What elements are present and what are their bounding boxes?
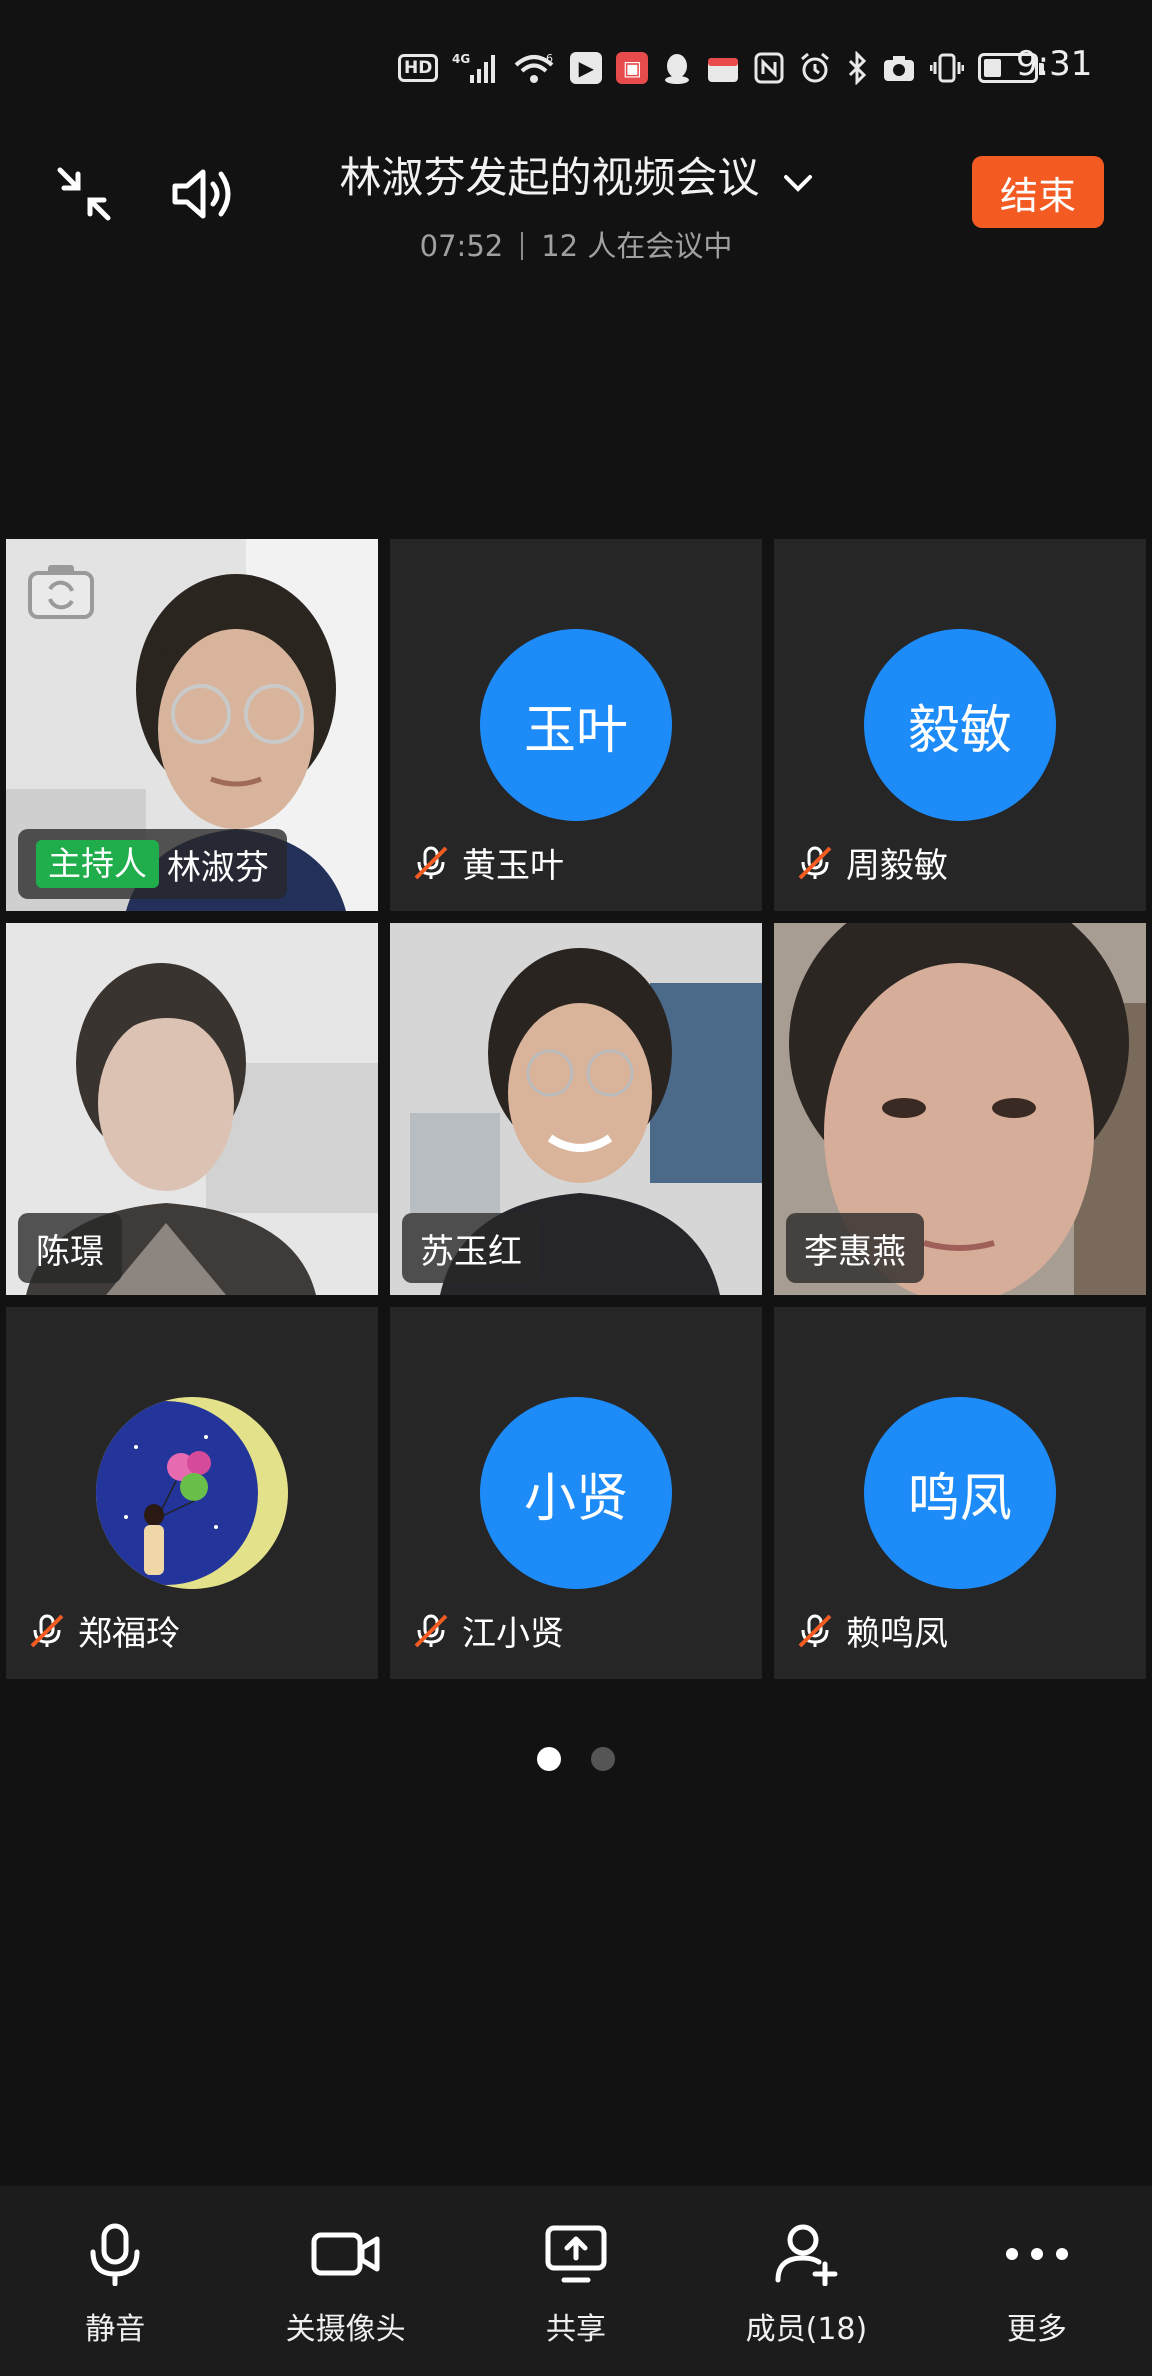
wifi-icon: 6 — [512, 52, 556, 84]
mic-muted-icon — [798, 1614, 832, 1647]
participant-name-tag: 主持人 林淑芬 — [18, 829, 287, 899]
clock: 9:31 — [1016, 44, 1093, 84]
add-member-icon — [775, 2224, 838, 2286]
status-icons: HD 4G 6 ▶ ▣ — [398, 48, 1045, 88]
calendar-notification-icon — [706, 52, 740, 84]
participant-name: 李惠燕 — [804, 1231, 906, 1272]
participant-name: 周毅敏 — [846, 846, 948, 886]
participant-name-tag: 郑福玲 — [28, 1606, 180, 1655]
avatar: 毅敏 — [864, 629, 1056, 821]
mic-muted-icon — [414, 846, 448, 879]
meeting-meta: 07:52 12 人在会议中 — [0, 223, 1152, 265]
cellular-signal-icon: 4G — [452, 52, 498, 84]
participant-name-tag: 赖鸣凤 — [796, 1606, 948, 1655]
participant-name-tag: 苏玉红 — [402, 1213, 540, 1283]
share-screen-icon — [545, 2225, 607, 2283]
more-label: 更多 — [1006, 2312, 1067, 2347]
meeting-duration: 07:52 — [419, 229, 504, 263]
status-bar: HD 4G 6 ▶ ▣ 9:31 — [0, 0, 1152, 130]
mic-muted-icon — [30, 1614, 64, 1647]
qq-icon — [662, 52, 692, 84]
mute-label: 静音 — [85, 2312, 146, 2347]
page-dot[interactable] — [591, 1747, 615, 1771]
mic-muted-icon — [414, 1614, 448, 1647]
end-meeting-button[interactable]: 结束 — [972, 156, 1104, 228]
switch-camera-icon[interactable] — [26, 559, 96, 621]
participant-tile[interactable]: 小贤 江小贤 — [390, 1307, 762, 1679]
meeting-title: 林淑芬发起的视频会议 — [339, 153, 760, 202]
participant-name: 黄玉叶 — [462, 846, 564, 886]
share-label: 共享 — [546, 2312, 607, 2347]
meta-divider — [521, 232, 524, 260]
participant-tile[interactable]: 陈璟 — [6, 923, 378, 1295]
meeting-header: 林淑芬发起的视频会议 07:52 12 人在会议中 结束 — [0, 130, 1152, 263]
vibrate-icon — [930, 52, 965, 84]
participant-name: 江小贤 — [462, 1614, 564, 1654]
more-button[interactable]: 更多 — [922, 2186, 1152, 2376]
participant-name: 苏玉红 — [420, 1231, 522, 1272]
bluetooth-icon — [846, 51, 868, 85]
participant-name: 陈璟 — [36, 1231, 104, 1272]
mute-button[interactable]: 静音 — [0, 2186, 230, 2376]
bottom-toolbar: 静音 关摄像头 共享 成员(18) 更多 — [0, 2186, 1152, 2376]
participant-name-tag: 李惠燕 — [786, 1213, 924, 1283]
page-indicator — [0, 1747, 1152, 1771]
participant-tile[interactable]: 鸣凤 赖鸣凤 — [774, 1307, 1146, 1679]
camera-status-icon — [882, 52, 916, 84]
camera-off-button[interactable]: 关摄像头 — [230, 2186, 460, 2376]
participant-name-tag: 江小贤 — [412, 1606, 564, 1655]
participant-name: 林淑芬 — [167, 847, 269, 888]
participant-tile[interactable]: 苏玉红 — [390, 923, 762, 1295]
wifi-standard-label: 6 — [546, 52, 553, 65]
participant-tile[interactable]: 李惠燕 — [774, 923, 1146, 1295]
page-dot-active[interactable] — [537, 1747, 561, 1771]
avatar: 鸣凤 — [864, 1397, 1056, 1589]
participant-name: 郑福玲 — [78, 1614, 180, 1654]
participant-tile[interactable]: 郑福玲 — [6, 1307, 378, 1679]
avatar: 玉叶 — [480, 629, 672, 821]
chevron-down-icon — [783, 174, 812, 192]
avatar: 小贤 — [480, 1397, 672, 1589]
participant-tile[interactable]: 主持人 林淑芬 — [6, 539, 378, 911]
members-button[interactable]: 成员(18) — [691, 2186, 921, 2376]
participant-name: 赖鸣凤 — [846, 1614, 948, 1654]
participant-count: 12 人在会议中 — [541, 229, 733, 263]
nfc-icon — [754, 52, 784, 84]
network-type-label: 4G — [452, 52, 470, 66]
microphone-icon — [90, 2223, 140, 2286]
participant-name-tag: 陈璟 — [18, 1213, 122, 1283]
mic-muted-icon — [798, 846, 832, 879]
book-notification-icon: ▣ — [616, 52, 649, 84]
camera-off-label: 关摄像头 — [285, 2312, 406, 2347]
members-label: 成员(18) — [745, 2312, 868, 2347]
avatar — [96, 1397, 288, 1589]
app-notification-icon: ▶ — [570, 52, 603, 84]
battery-level — [984, 59, 1001, 77]
host-badge: 主持人 — [36, 840, 159, 888]
participant-name-tag: 周毅敏 — [796, 838, 948, 887]
participant-name-tag: 黄玉叶 — [412, 838, 564, 887]
alarm-icon — [798, 52, 832, 84]
more-dots-icon — [1005, 2248, 1068, 2260]
participant-tile[interactable]: 毅敏 周毅敏 — [774, 539, 1146, 911]
share-button[interactable]: 共享 — [461, 2186, 691, 2376]
hd-icon: HD — [398, 54, 439, 82]
participant-grid: 主持人 林淑芬 玉叶 黄玉叶 毅敏 周毅敏 陈璟 苏玉红 李惠燕 郑福玲 小贤 … — [6, 539, 1146, 1679]
video-camera-icon — [311, 2232, 380, 2276]
participant-tile[interactable]: 玉叶 黄玉叶 — [390, 539, 762, 911]
